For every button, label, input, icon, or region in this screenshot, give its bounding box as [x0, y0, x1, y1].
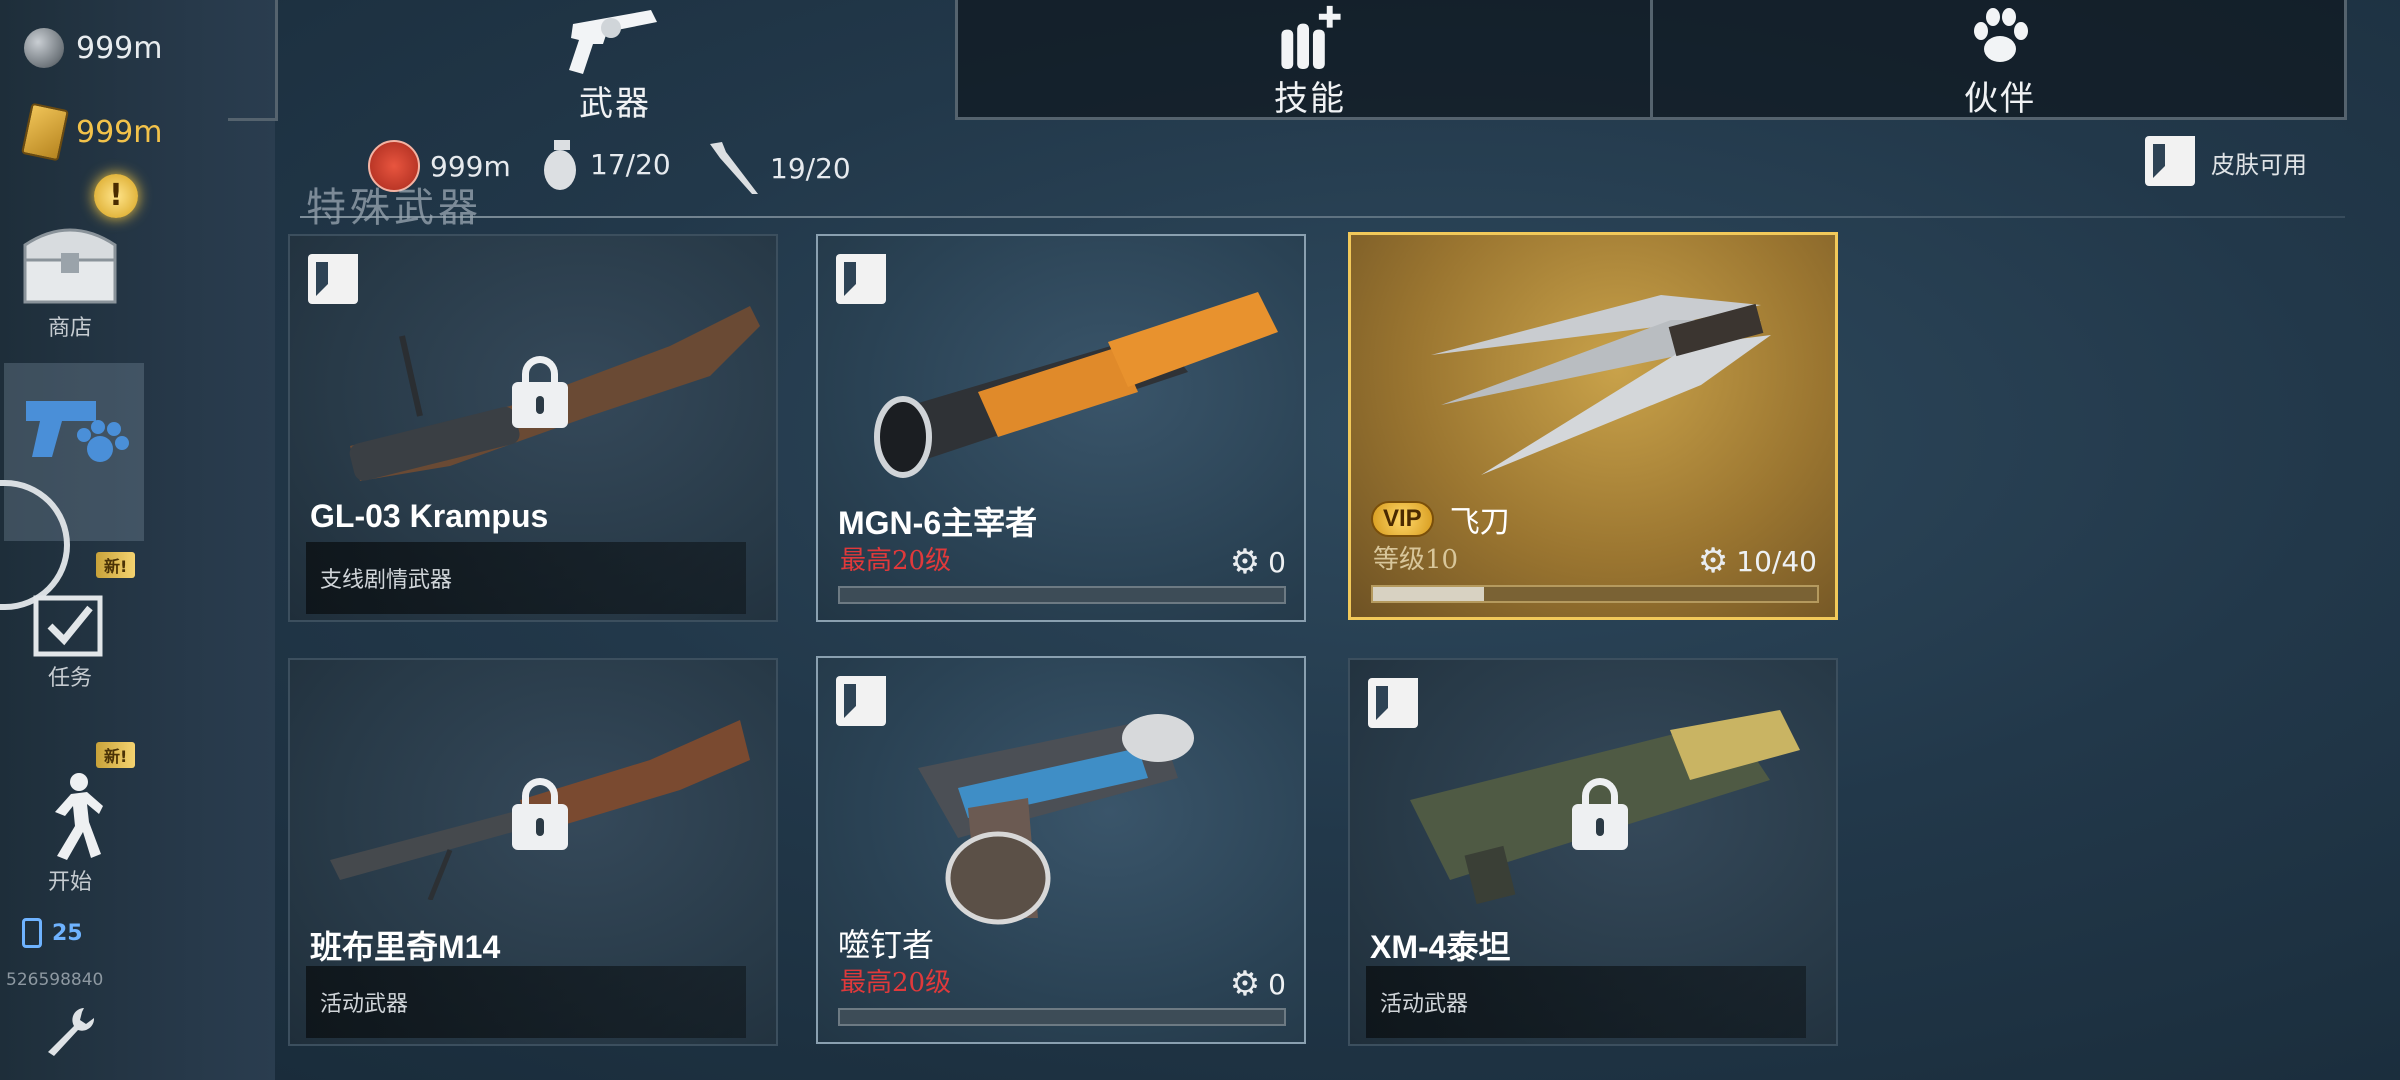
ammo-plus-icon [1281, 5, 1341, 70]
skin-available-indicator: 皮肤可用 [2145, 136, 2307, 188]
tasks-label: 任务 [47, 666, 92, 691]
silver-currency: 999m [24, 28, 162, 68]
upgrade-progress-bar [838, 586, 1286, 604]
grenade-count: 17/20 [590, 147, 671, 181]
gears-icon: ⚙ [1697, 541, 1729, 581]
skin-available-label: 皮肤可用 [2211, 150, 2307, 179]
silver-coin-icon [24, 28, 64, 68]
battery-icon [22, 918, 42, 948]
silver-amount: 999m [76, 30, 163, 66]
tab-divider [1650, 0, 1653, 118]
skin-icon [836, 676, 886, 726]
energy-value: 25 [52, 920, 83, 946]
max-level-label: 最高20级 [840, 546, 952, 576]
knife-stat: 19/20 [708, 140, 851, 196]
weapon-card-gl03[interactable]: GL-03 Krampus 支线剧情武器 [288, 234, 778, 622]
weapon-unlock-hint: 活动武器 [1366, 966, 1806, 1038]
upgrade-progress-bar [838, 1008, 1286, 1026]
new-tag: 新! [96, 552, 136, 578]
gear-counter: ⚙ 0 [1230, 542, 1286, 582]
lock-icon [512, 778, 568, 850]
weapon-card-xm4[interactable]: XM-4泰坦 活动武器 [1348, 658, 1838, 1046]
section-title: 特殊武器 [306, 185, 482, 231]
weapon-name: XM-4泰坦 [1370, 929, 1511, 965]
shop-button[interactable]: 商店 [0, 215, 140, 342]
grenade-icon [544, 140, 576, 190]
tasks-button[interactable]: 任务 [0, 590, 140, 692]
tab-divider [228, 118, 278, 121]
vip-badge: VIP [1371, 501, 1434, 537]
weapon-unlock-hint: 活动武器 [306, 966, 746, 1038]
player-id: 526598840 [6, 970, 104, 990]
lock-icon [1572, 778, 1628, 850]
gear-count: 0 [1268, 545, 1286, 579]
checkbox-icon [33, 595, 103, 657]
weapon-name: 噬钉者 [838, 926, 935, 964]
gear-counter: ⚙ 0 [1230, 964, 1286, 1004]
nail-gun-image [918, 714, 1194, 925]
max-level-label: 最高20级 [840, 968, 952, 998]
weapon-card-throwing-knives[interactable]: VIP 飞刀 等级10 ⚙ 10/40 [1348, 232, 1838, 620]
start-label: 开始 [47, 870, 92, 895]
weapon-title: VIP 飞刀 [1371, 497, 1510, 541]
weapon-card-m14[interactable]: 班布里奇M14 活动武器 [288, 658, 778, 1046]
tab-skills-label: 技能 [1274, 79, 1346, 119]
tab-divider [275, 0, 278, 120]
lock-icon [512, 356, 568, 428]
upgrade-progress-fill [1373, 587, 1484, 601]
start-button[interactable]: 开始 [0, 772, 140, 896]
gear-count: 10/40 [1736, 544, 1817, 578]
tab-weapons-label: 武器 [579, 84, 651, 124]
grenade-stat: 17/20 [540, 136, 671, 192]
alert-badge-icon: ! [94, 174, 138, 218]
gold-bar-icon [21, 102, 69, 162]
weapon-name: GL-03 Krampus [310, 498, 549, 534]
shop-label: 商店 [47, 316, 92, 341]
gear-counter: ⚙ 10/40 [1698, 541, 1817, 581]
gun-paw-icon [26, 401, 129, 462]
weapon-name: 班布里奇M14 [310, 929, 501, 965]
skin-icon [2145, 136, 2197, 188]
revolver-icon [569, 10, 657, 74]
gears-icon: ⚙ [1229, 542, 1261, 582]
weapon-unlock-hint: 支线剧情武器 [306, 542, 746, 614]
knife-count: 19/20 [770, 151, 851, 185]
weapon-card-mgn6[interactable]: MGN-6主宰者 最高20级 ⚙ 0 [816, 234, 1306, 622]
gold-currency: 999m [21, 102, 163, 162]
chest-icon [23, 228, 117, 304]
paw-icon [1974, 8, 2028, 62]
settings-wrench-icon[interactable] [44, 1004, 98, 1058]
minigun-image [874, 292, 1278, 478]
tab-partners-label: 伙伴 [1964, 79, 2036, 119]
weapon-name: MGN-6主宰者 [838, 505, 1038, 541]
sidebar: 999m 999m ! 商店 新! 任务 新! 开始 25 526598840 [0, 0, 275, 1080]
new-tag-start: 新! [96, 742, 136, 768]
gold-amount: 999m [76, 114, 163, 150]
energy-counter: 25 [22, 918, 83, 948]
tab-skills[interactable]: 技能 [1240, 0, 1380, 120]
knife-icon [710, 142, 758, 194]
tab-weapons[interactable]: 武器 [540, 0, 690, 125]
gear-count: 0 [1268, 967, 1286, 1001]
weapon-name: 飞刀 [1449, 505, 1510, 540]
gears-icon: ⚙ [1229, 964, 1261, 1004]
throwing-knives-image [1431, 295, 1771, 475]
weapon-level: 等级10 [1373, 545, 1459, 575]
tab-partners[interactable]: 伙伴 [1930, 0, 2070, 120]
upgrade-progress-bar [1371, 585, 1819, 603]
weapon-card-nail-eater[interactable]: 噬钉者 最高20级 ⚙ 0 [816, 656, 1306, 1044]
running-man-icon [55, 773, 103, 860]
section-divider [300, 216, 2345, 218]
